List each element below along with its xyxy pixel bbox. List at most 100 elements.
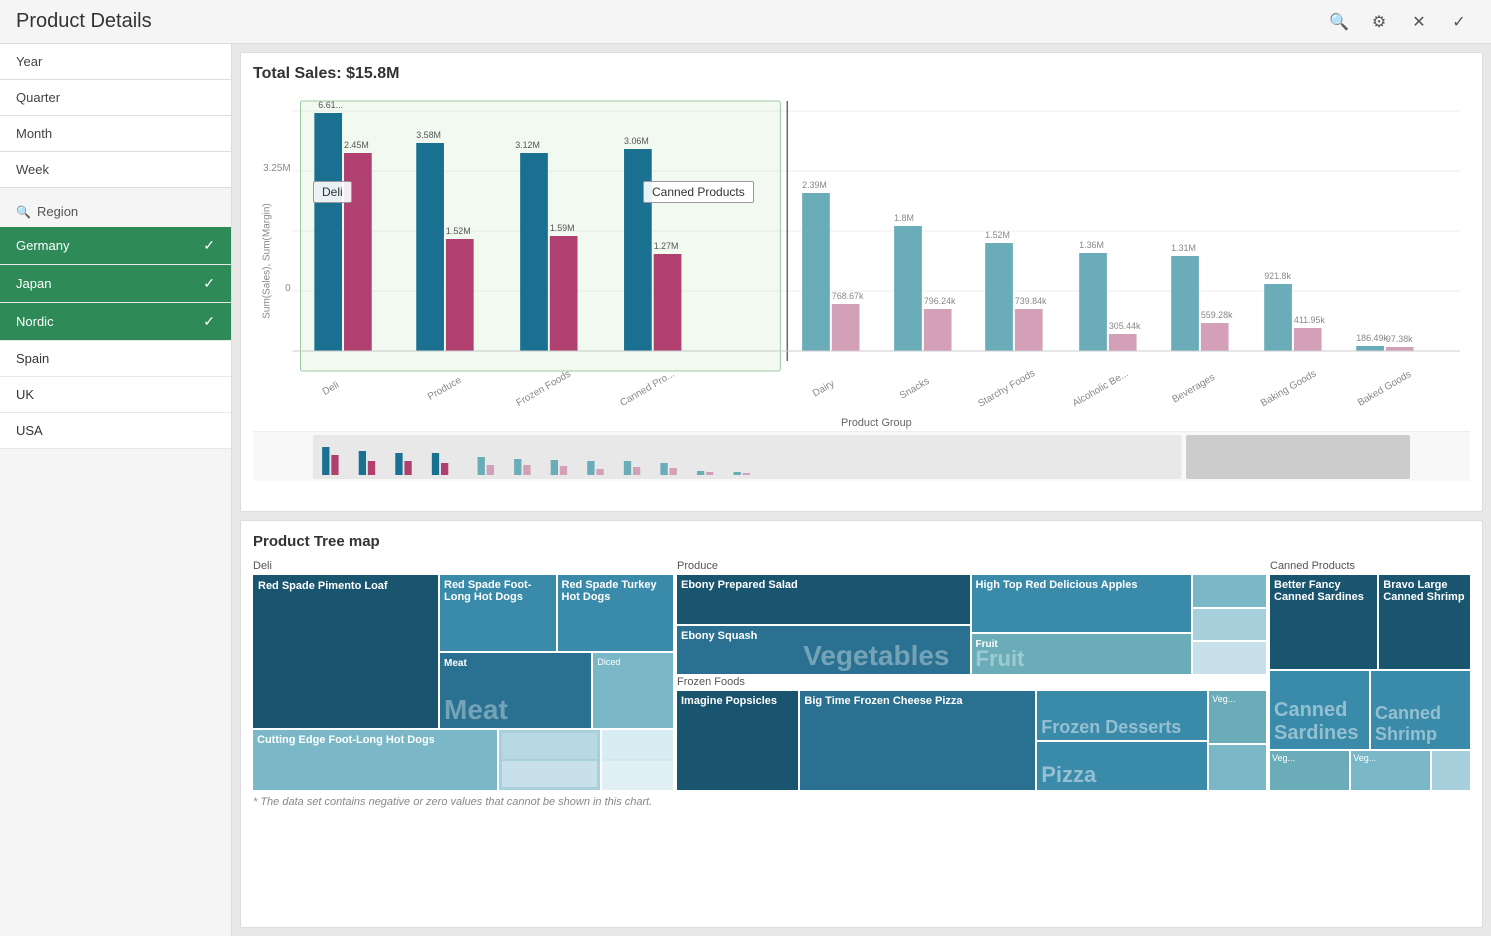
tm-cell-cutting-edge[interactable]: Cutting Edge Foot-Long Hot Dogs: [253, 730, 497, 790]
svg-text:97.38k: 97.38k: [1386, 334, 1413, 344]
svg-text:3.25M: 3.25M: [263, 163, 290, 174]
bar-snacks-margin[interactable]: [924, 309, 952, 351]
region-name: Spain: [16, 351, 49, 366]
scrollbar-area[interactable]: [253, 431, 1470, 481]
check-icon: ✓: [203, 237, 215, 254]
bar-starchy-sales[interactable]: [985, 243, 1013, 351]
bar-frozen-sales[interactable]: [520, 153, 548, 351]
tm-cell-high-top-apples[interactable]: High Top Red Delicious Apples: [972, 575, 1191, 632]
tm-cell-better-fancy-sardines[interactable]: Better Fancy Canned Sardines: [1270, 575, 1377, 669]
chart-panel: Total Sales: $15.8M Sum(Sales), Sum(Marg…: [240, 52, 1483, 512]
region-item-germany[interactable]: Germany ✓: [0, 227, 231, 265]
svg-text:186.49k: 186.49k: [1356, 333, 1388, 343]
bar-produce-margin[interactable]: [446, 239, 474, 351]
tm-cell-ebony-squash[interactable]: Ebony Squash Vegetables: [677, 626, 970, 675]
svg-text:2.45M: 2.45M: [344, 140, 369, 150]
tm-cell-red-spade-turkey[interactable]: Red Spade Turkey Hot Dogs: [558, 575, 674, 651]
tm-cell-bravo-shrimp[interactable]: Bravo Large Canned Shrimp: [1379, 575, 1470, 669]
treemap-produce-section: Produce Ebony Prepared Salad Ebony Squas…: [677, 560, 1266, 674]
sidebar: Year Quarter Month Week 🔍 Region Germany…: [0, 44, 232, 936]
bar-alcoholic-sales[interactable]: [1079, 253, 1107, 351]
svg-text:1.31M: 1.31M: [1171, 243, 1196, 253]
canned-annotation: Canned Products: [643, 181, 754, 203]
svg-text:3.12M: 3.12M: [515, 140, 540, 150]
page-title: Product Details: [16, 10, 152, 33]
region-item-usa[interactable]: USA: [0, 413, 231, 449]
bar-canned-sales[interactable]: [624, 149, 652, 351]
svg-text:Snacks: Snacks: [898, 376, 932, 402]
tm-cell-canned-sardines-sub[interactable]: Canned Sardines: [1270, 671, 1369, 749]
bar-baking-sales[interactable]: [1264, 284, 1292, 351]
svg-text:Baked Goods: Baked Goods: [1356, 369, 1413, 409]
bar-starchy-margin[interactable]: [1015, 309, 1043, 351]
filter-week[interactable]: Week: [0, 152, 231, 188]
search-icon: 🔍: [16, 205, 31, 219]
region-label: Region: [37, 204, 78, 219]
settings-button[interactable]: ⚙: [1363, 6, 1395, 38]
svg-text:768.67k: 768.67k: [832, 291, 864, 301]
svg-text:2.39M: 2.39M: [802, 180, 827, 190]
bar-dairy-margin[interactable]: [832, 304, 860, 351]
tm-cell-small-deli: [499, 730, 600, 790]
tm-cell-red-spade-pimento[interactable]: Red Spade Pimento Loaf: [253, 575, 438, 728]
bar-snacks-sales[interactable]: [894, 226, 922, 351]
svg-text:1.52M: 1.52M: [446, 226, 471, 236]
deli-annotation: Deli: [313, 181, 352, 203]
tm-cell-imagine-popsicles[interactable]: Imagine Popsicles: [677, 691, 798, 790]
tm-canned-small: Veg... Veg...: [1270, 751, 1470, 790]
tm-cell-frozen-pizza[interactable]: Big Time Frozen Cheese Pizza: [800, 691, 1035, 790]
treemap-title: Product Tree map: [253, 533, 1470, 550]
svg-text:0: 0: [285, 283, 291, 294]
region-name: Germany: [16, 238, 69, 253]
tm-produce-small: [1193, 575, 1266, 674]
bar-frozen-margin[interactable]: [550, 236, 578, 351]
region-item-spain[interactable]: Spain: [0, 341, 231, 377]
bar-produce-sales[interactable]: [416, 143, 444, 351]
region-header: 🔍 Region: [0, 196, 231, 227]
bar-deli-sales[interactable]: [314, 113, 342, 351]
bar-beverages-sales[interactable]: [1171, 256, 1199, 351]
header-icons: 🔍 ⚙ ✕ ✓: [1323, 6, 1475, 38]
bar-canned-margin[interactable]: [654, 254, 682, 351]
tm-cell-ebony-salad[interactable]: Ebony Prepared Salad: [677, 575, 970, 624]
region-name: USA: [16, 423, 43, 438]
tm-cell-diced[interactable]: Diced: [593, 653, 673, 729]
svg-text:Alcoholic Be...: Alcoholic Be...: [1071, 368, 1131, 409]
filter-year[interactable]: Year: [0, 44, 231, 80]
filter-quarter[interactable]: Quarter: [0, 80, 231, 116]
tm-cell-fruit[interactable]: Fruit Fruit: [972, 634, 1191, 674]
svg-text:Frozen Foods: Frozen Foods: [514, 369, 572, 409]
tm-cell-canned-shrimp-sub[interactable]: Canned Shrimp: [1371, 671, 1470, 749]
bar-alcoholic-margin[interactable]: [1109, 334, 1137, 351]
bar-baked-margin[interactable]: [1386, 347, 1414, 351]
tm-cell-red-spade-hot-dogs[interactable]: Red Spade Foot-Long Hot Dogs: [440, 575, 556, 651]
svg-text:1.52M: 1.52M: [985, 230, 1010, 240]
tm-cell-frozen-desserts[interactable]: Frozen Desserts: [1037, 691, 1207, 740]
svg-text:3.58M: 3.58M: [416, 130, 441, 140]
region-item-japan[interactable]: Japan ✓: [0, 265, 231, 303]
close-button[interactable]: ✕: [1403, 6, 1435, 38]
svg-text:Deli: Deli: [321, 380, 341, 398]
bar-dairy-sales[interactable]: [802, 193, 830, 351]
treemap-produce-label: Produce: [677, 560, 1266, 572]
bar-beverages-margin[interactable]: [1201, 323, 1229, 351]
bar-baking-margin[interactable]: [1294, 328, 1322, 351]
region-item-uk[interactable]: UK: [0, 377, 231, 413]
search-button[interactable]: 🔍: [1323, 6, 1355, 38]
svg-text:411.95k: 411.95k: [1294, 315, 1326, 325]
treemap-frozen-label: Frozen Foods: [677, 676, 1266, 688]
bar-baked-sales[interactable]: [1356, 346, 1384, 351]
svg-text:6.61...: 6.61...: [318, 100, 343, 110]
tm-cell-pizza-sub[interactable]: Pizza: [1037, 742, 1207, 791]
svg-text:796.24k: 796.24k: [924, 296, 956, 306]
check-button[interactable]: ✓: [1443, 6, 1475, 38]
header: Product Details 🔍 ⚙ ✕ ✓: [0, 0, 1491, 44]
region-item-nordic[interactable]: Nordic ✓: [0, 303, 231, 341]
bar-chart-svg: Sum(Sales), Sum(Margin) 0 3.25M 6.: [253, 91, 1470, 431]
treemap-footnote: * The data set contains negative or zero…: [253, 796, 1470, 808]
tm-cell-meat[interactable]: Meat Meat: [440, 653, 591, 729]
filter-month[interactable]: Month: [0, 116, 231, 152]
svg-text:1.27M: 1.27M: [654, 241, 679, 251]
svg-text:Baking Goods: Baking Goods: [1259, 368, 1318, 409]
region-name: UK: [16, 387, 34, 402]
